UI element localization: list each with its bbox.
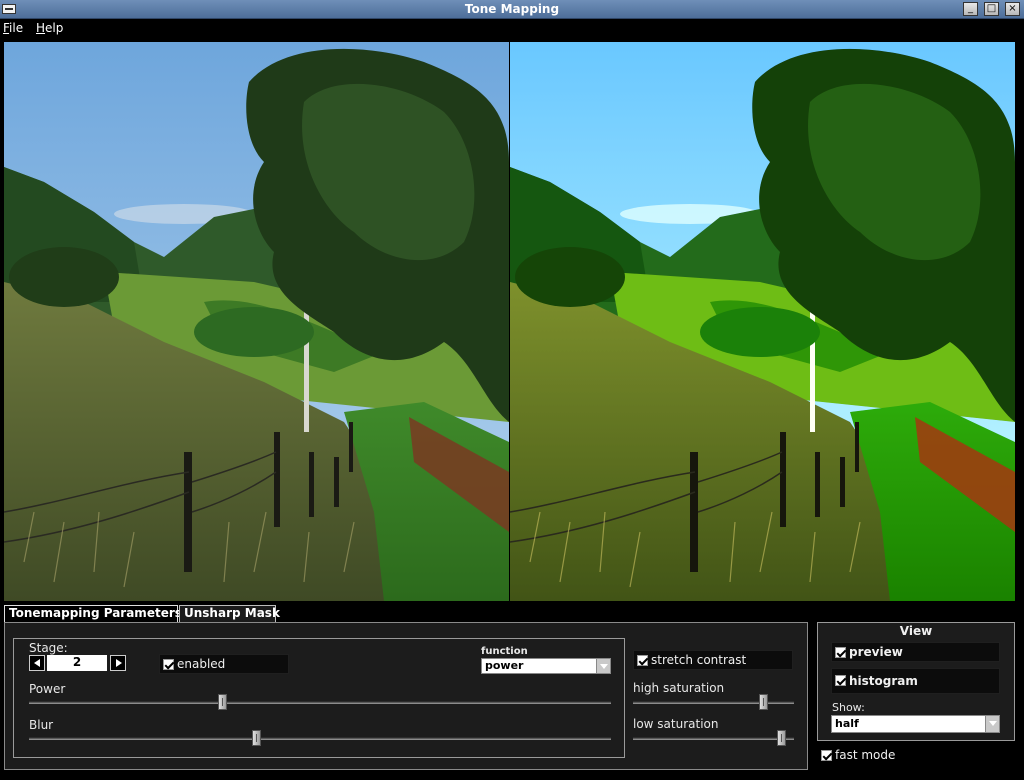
show-select[interactable]: half: [831, 715, 1000, 733]
stretch-contrast-check-icon: [637, 655, 648, 666]
function-select[interactable]: power: [481, 658, 611, 674]
function-select-value: power: [485, 659, 524, 672]
histogram-label: histogram: [849, 674, 918, 688]
chevron-down-icon: [596, 659, 610, 673]
view-title: View: [899, 624, 933, 638]
stage-label: Stage:: [29, 641, 68, 655]
low-saturation-slider-track[interactable]: [633, 737, 794, 740]
menu-help[interactable]: Help: [36, 21, 63, 35]
menu-file[interactable]: File: [3, 21, 23, 35]
show-select-value: half: [835, 717, 859, 730]
title-bar: Tone Mapping _ □ ×: [0, 0, 1024, 19]
preview-label: preview: [849, 645, 903, 659]
window-title: Tone Mapping: [464, 2, 560, 16]
tonemapped-preview-image: [510, 42, 1015, 601]
enabled-label: enabled: [177, 657, 226, 671]
enabled-check-icon: [163, 659, 174, 670]
blur-slider-track[interactable]: [29, 737, 611, 740]
stretch-contrast-label: stretch contrast: [651, 653, 747, 667]
fast-mode-checkbox[interactable]: fast mode: [817, 745, 1015, 766]
power-label: Power: [29, 682, 66, 696]
stage-group: Stage: 2 enabled function power Power Bl…: [13, 638, 625, 758]
tab-unsharp-mask[interactable]: Unsharp Mask: [179, 605, 280, 622]
enabled-checkbox[interactable]: enabled: [159, 654, 289, 674]
stage-increment-button[interactable]: [110, 655, 126, 671]
tab-tonemapping-parameters[interactable]: Tonemapping Parameters: [4, 605, 182, 622]
parameters-panel: Stage: 2 enabled function power Power Bl…: [4, 622, 808, 770]
stage-decrement-button[interactable]: [29, 655, 45, 671]
view-group: View preview histogram Show: half: [817, 622, 1015, 741]
stretch-contrast-checkbox[interactable]: stretch contrast: [633, 650, 793, 670]
high-saturation-slider-track[interactable]: [633, 701, 794, 704]
fast-mode-check-icon: [821, 750, 832, 761]
blur-slider-thumb[interactable]: [252, 730, 262, 746]
chevron-down-icon: [985, 716, 999, 732]
minimize-button[interactable]: _: [963, 2, 978, 16]
low-saturation-label: low saturation: [633, 717, 719, 731]
high-saturation-slider-thumb[interactable]: [759, 694, 769, 710]
stage-value-field[interactable]: 2: [47, 655, 107, 671]
menu-bar: File Help: [0, 19, 1024, 38]
high-saturation-label: high saturation: [633, 681, 725, 695]
preview-check-icon: [835, 647, 846, 658]
original-image: [4, 42, 509, 601]
histogram-checkbox[interactable]: histogram: [831, 668, 1000, 694]
blur-label: Blur: [29, 718, 54, 732]
function-label: function: [481, 646, 528, 657]
fast-mode-label: fast mode: [835, 748, 896, 762]
power-slider-thumb[interactable]: [218, 694, 228, 710]
close-button[interactable]: ×: [1005, 2, 1020, 16]
preview-checkbox[interactable]: preview: [831, 642, 1000, 662]
power-slider-track[interactable]: [29, 701, 611, 704]
low-saturation-slider-thumb[interactable]: [777, 730, 787, 746]
show-label: Show:: [832, 701, 865, 714]
maximize-button[interactable]: □: [984, 2, 999, 16]
histogram-check-icon: [835, 675, 846, 686]
